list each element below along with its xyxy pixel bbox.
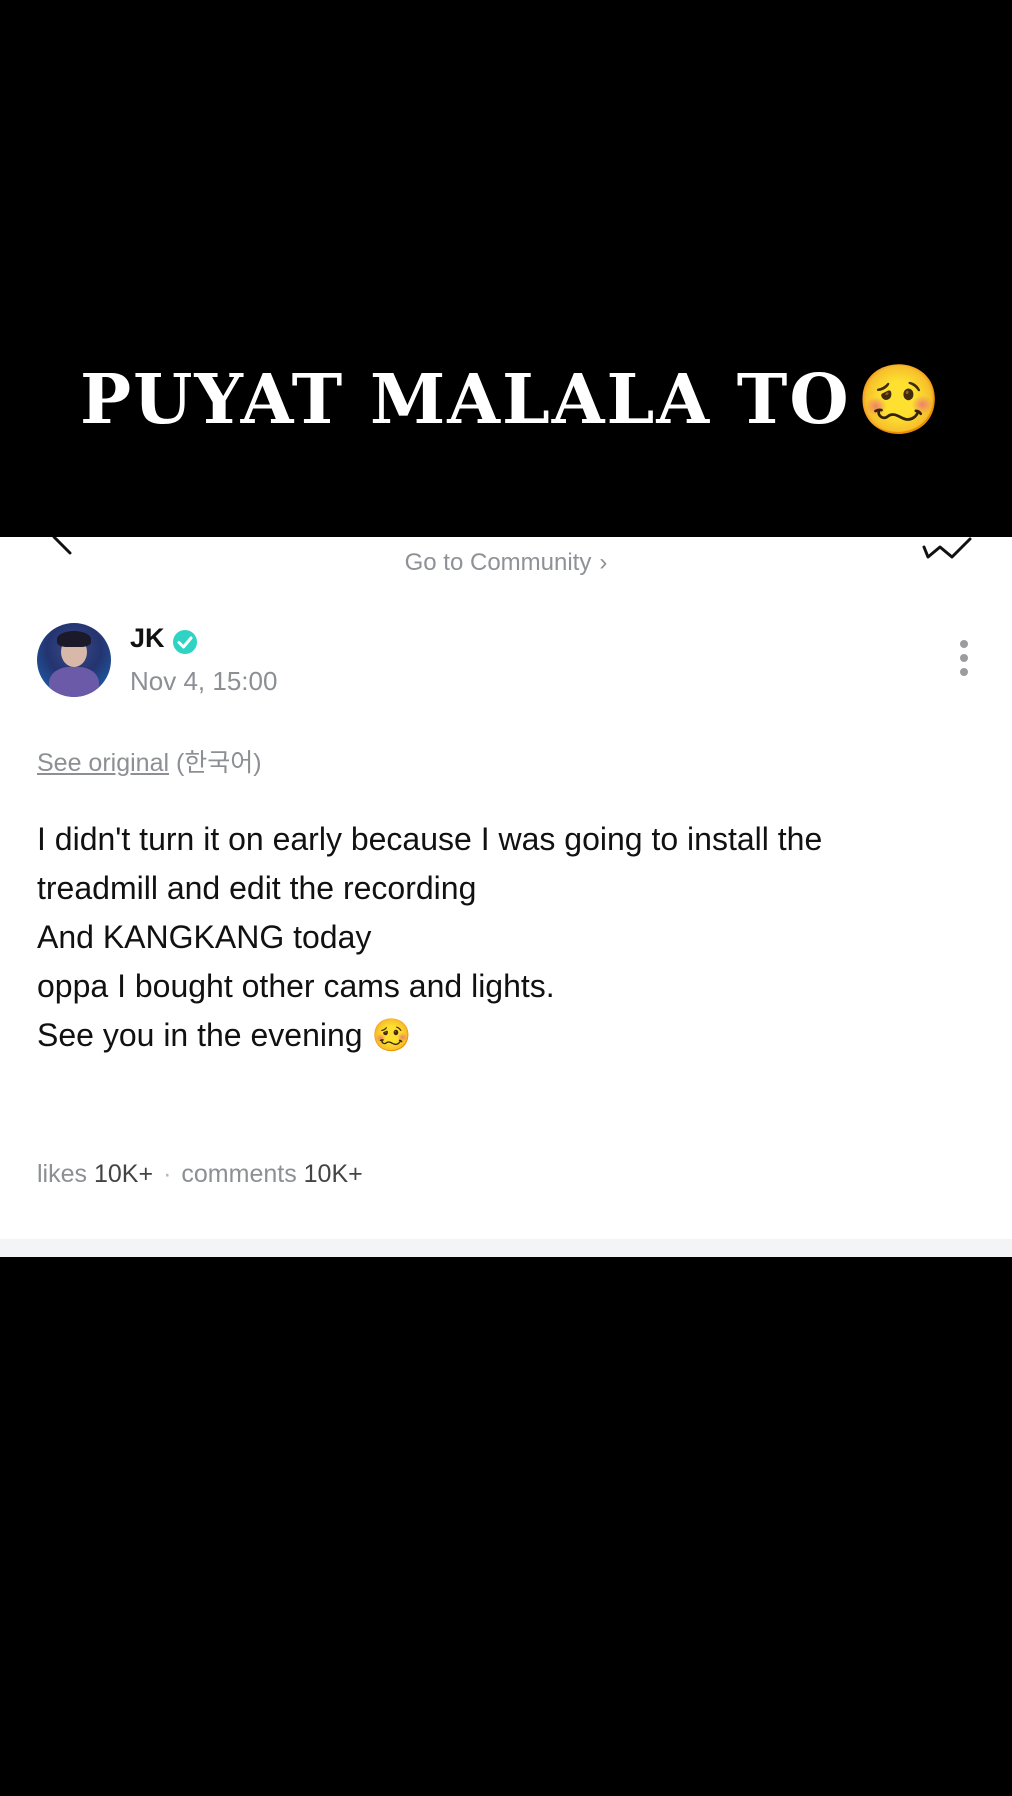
more-dot <box>960 668 968 676</box>
more-dot <box>960 640 968 648</box>
post-body-line: And KANGKANG today <box>37 919 372 955</box>
stats-separator: · <box>163 1160 172 1188</box>
more-options-icon[interactable] <box>950 640 978 684</box>
go-to-community-link[interactable]: Go to Community › <box>0 549 1012 577</box>
post-body: I didn't turn it on early because I was … <box>37 815 977 1060</box>
avatar-hair-shape <box>57 631 91 647</box>
see-original-link[interactable]: See original <box>37 749 169 777</box>
share-icon[interactable] <box>920 537 976 561</box>
section-divider <box>0 1239 1012 1257</box>
likes-value: 10K+ <box>93 1160 154 1188</box>
woozy-face-emoji: 🥴 <box>856 360 944 440</box>
likes-count[interactable]: likes 10K+ <box>37 1160 153 1188</box>
original-language-label: (한국어) <box>175 749 262 777</box>
post-body-line: oppa I bought other cams and lights. <box>37 968 555 1004</box>
post-stats: likes 10K+ · comments 10K+ <box>37 1160 363 1189</box>
comments-value: 10K+ <box>303 1160 363 1188</box>
more-dot <box>960 654 968 662</box>
community-link-text: Go to Community <box>404 549 592 576</box>
caption-text: PUYAT MALALA TO <box>80 360 851 440</box>
author-avatar[interactable] <box>37 623 111 697</box>
post-panel: Go to Community › JK Nov 4, 15:00 See ori… <box>0 537 1012 1257</box>
comments-label: comments <box>181 1160 297 1188</box>
author-name[interactable]: JK <box>130 623 165 654</box>
verified-badge-icon <box>173 630 197 654</box>
see-original-row: See original (한국어) <box>37 743 262 779</box>
video-caption: PUYAT MALALA TO 🥴 <box>80 355 943 445</box>
post-body-line: I didn't turn it on early because I was … <box>37 821 823 857</box>
chevron-right-icon: › <box>599 549 608 576</box>
comments-count[interactable]: comments 10K+ <box>181 1160 362 1188</box>
post-body-line: See you in the evening 🥴 <box>37 1017 412 1053</box>
post-timestamp: Nov 4, 15:00 <box>130 666 278 696</box>
avatar-body-shape <box>49 667 99 697</box>
post-body-line: treadmill and edit the recording <box>37 870 477 906</box>
likes-label: likes <box>37 1160 88 1188</box>
